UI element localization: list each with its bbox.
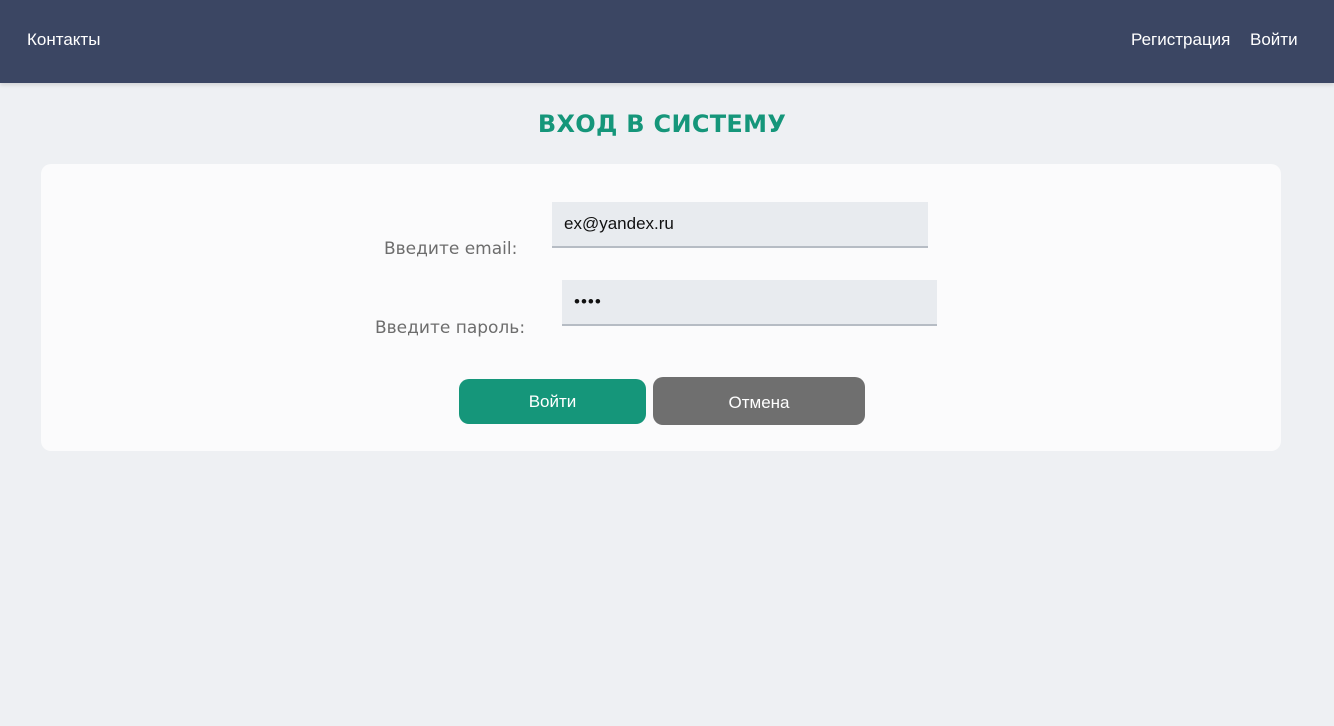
email-field[interactable] xyxy=(552,202,928,248)
password-label: Введите пароль: xyxy=(375,318,526,338)
password-field[interactable] xyxy=(562,280,937,326)
page-title: ВХОД В СИСТЕМУ xyxy=(537,110,787,138)
nav-link-register[interactable]: Регистрация xyxy=(1131,30,1230,50)
nav-link-login[interactable]: Войти xyxy=(1250,30,1298,50)
cancel-button[interactable]: Отмена xyxy=(653,377,865,425)
top-navbar: Контакты Регистрация Войти xyxy=(0,0,1334,83)
email-label: Введите email: xyxy=(384,239,518,259)
nav-link-contacts[interactable]: Контакты xyxy=(27,30,100,50)
login-button[interactable]: Войти xyxy=(459,379,646,424)
